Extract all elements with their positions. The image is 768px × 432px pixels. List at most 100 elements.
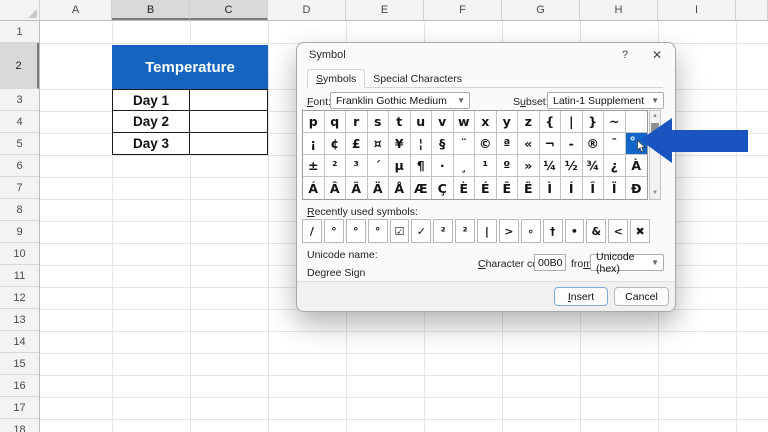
- symbol-cell[interactable]: Ï: [604, 177, 626, 199]
- symbol-cell[interactable]: v: [432, 111, 454, 133]
- table-cell-empty[interactable]: [190, 133, 267, 154]
- symbol-cell[interactable]: ¼: [539, 155, 561, 177]
- symbol-cell[interactable]: w: [453, 111, 475, 133]
- symbol-cell-selected[interactable]: °: [625, 133, 647, 155]
- row-header[interactable]: 3: [0, 89, 39, 111]
- symbol-cell[interactable]: Ã: [346, 177, 368, 199]
- symbol-cell[interactable]: s: [367, 111, 389, 133]
- symbol-cell[interactable]: µ: [389, 155, 411, 177]
- symbol-cell[interactable]: z: [518, 111, 540, 133]
- symbol-cell[interactable]: Ê: [497, 177, 518, 199]
- column-header[interactable]: A: [40, 0, 112, 20]
- symbol-cell[interactable]: ¬: [539, 133, 561, 155]
- table-row-label[interactable]: Day 3: [113, 132, 190, 154]
- recent-symbol-cell[interactable]: ☑: [389, 219, 410, 243]
- recent-symbol-cell[interactable]: &: [586, 219, 607, 243]
- symbol-cell[interactable]: {: [539, 111, 561, 133]
- symbol-cell[interactable]: §: [432, 133, 454, 155]
- symbol-cell[interactable]: Ä: [368, 177, 389, 199]
- row-header[interactable]: 13: [0, 309, 39, 331]
- recent-symbol-cell[interactable]: ²: [433, 219, 454, 243]
- symbol-cell[interactable]: ³: [346, 155, 368, 177]
- row-header[interactable]: 6: [0, 155, 39, 177]
- symbol-cell[interactable]: ¯: [604, 133, 626, 155]
- scroll-down-icon[interactable]: ▼: [650, 189, 660, 198]
- recent-symbol-cell[interactable]: ∘: [520, 219, 541, 243]
- tab-special-characters[interactable]: Special Characters: [365, 70, 470, 87]
- recent-symbol-cell[interactable]: <: [608, 219, 629, 243]
- symbol-cell[interactable]: x: [475, 111, 497, 133]
- symbol-cell[interactable]: Í: [561, 177, 583, 199]
- column-header[interactable]: D: [268, 0, 346, 20]
- recent-symbol-cell[interactable]: •: [564, 219, 585, 243]
- font-dropdown[interactable]: Franklin Gothic Medium ▼: [330, 92, 470, 109]
- cancel-button[interactable]: Cancel: [614, 287, 669, 306]
- recent-symbol-cell[interactable]: |: [477, 219, 497, 243]
- symbol-cell[interactable]: È: [454, 177, 475, 199]
- symbol-cell[interactable]: q: [324, 111, 346, 133]
- recent-symbol-cell[interactable]: ²: [455, 219, 475, 243]
- row-header[interactable]: 7: [0, 177, 39, 199]
- row-header[interactable]: 8: [0, 199, 39, 221]
- insert-button[interactable]: Insert: [554, 287, 608, 306]
- column-header[interactable]: C: [190, 0, 268, 20]
- character-code-input[interactable]: [534, 254, 566, 271]
- symbol-cell[interactable]: Ç: [432, 177, 454, 199]
- symbol-cell[interactable]: ¥: [389, 133, 411, 155]
- symbol-cell[interactable]: ¢: [324, 133, 346, 155]
- symbol-cell[interactable]: ¸: [453, 155, 475, 177]
- symbol-cell[interactable]: p: [303, 111, 325, 133]
- column-header[interactable]: F: [424, 0, 502, 20]
- symbol-cell[interactable]: À: [625, 155, 647, 177]
- scroll-up-icon[interactable]: ▲: [650, 112, 660, 121]
- row-header[interactable]: 16: [0, 375, 39, 397]
- recent-symbol-cell[interactable]: †: [542, 219, 563, 243]
- symbol-cell[interactable]: ¿: [604, 155, 626, 177]
- symbol-cell[interactable]: ±: [303, 155, 325, 177]
- recent-symbol-cell[interactable]: ✖: [630, 219, 650, 243]
- table-cell-empty[interactable]: [190, 90, 267, 112]
- recent-symbol-cell[interactable]: °: [323, 219, 344, 243]
- from-dropdown[interactable]: Unicode (hex) ▼: [590, 251, 664, 275]
- symbol-cell[interactable]: Ì: [540, 177, 561, 199]
- symbol-cell[interactable]: r: [346, 111, 368, 133]
- recent-symbol-cell[interactable]: /: [302, 219, 322, 243]
- symbol-cell[interactable]: ¨: [453, 133, 475, 155]
- symbol-cell[interactable]: ¤: [367, 133, 389, 155]
- row-header[interactable]: 4: [0, 111, 39, 133]
- row-header[interactable]: 12: [0, 287, 39, 309]
- scrollbar-thumb[interactable]: [651, 123, 659, 145]
- symbol-cell[interactable]: º: [496, 155, 518, 177]
- row-header[interactable]: 18: [0, 419, 39, 432]
- row-header[interactable]: 9: [0, 221, 39, 243]
- table-cell-empty[interactable]: [190, 111, 267, 133]
- column-header[interactable]: E: [346, 0, 424, 20]
- table-header-cell[interactable]: Temperature: [112, 45, 268, 89]
- recent-symbol-cell[interactable]: >: [498, 219, 519, 243]
- column-header[interactable]: I: [658, 0, 736, 20]
- symbol-cell[interactable]: ~: [604, 111, 626, 133]
- symbol-cell[interactable]: ¾: [582, 155, 604, 177]
- symbol-cell[interactable]: Î: [583, 177, 604, 199]
- symbol-cell[interactable]: |: [561, 111, 583, 133]
- symbol-cell[interactable]: y: [496, 111, 518, 133]
- symbol-cell[interactable]: Æ: [411, 177, 432, 199]
- symbol-cell[interactable]: £: [346, 133, 368, 155]
- symbol-cell[interactable]: [625, 111, 647, 133]
- symbol-cell[interactable]: ´: [367, 155, 389, 177]
- symbol-cell[interactable]: É: [475, 177, 497, 199]
- symbol-cell[interactable]: ·: [432, 155, 454, 177]
- table-row-label[interactable]: Day 1: [113, 90, 190, 112]
- column-header[interactable]: G: [502, 0, 580, 20]
- symbol-cell[interactable]: ¡: [303, 133, 325, 155]
- row-header[interactable]: 15: [0, 353, 39, 375]
- symbol-cell[interactable]: Á: [303, 177, 325, 199]
- row-header[interactable]: 1: [0, 21, 39, 43]
- symbol-cell[interactable]: «: [518, 133, 540, 155]
- symbol-cell[interactable]: ®: [582, 133, 604, 155]
- help-icon[interactable]: ?: [617, 47, 633, 63]
- table-row-label[interactable]: Day 2: [113, 111, 190, 133]
- row-header[interactable]: 14: [0, 331, 39, 353]
- symbol-cell[interactable]: t: [389, 111, 411, 133]
- select-all-corner[interactable]: [0, 0, 40, 20]
